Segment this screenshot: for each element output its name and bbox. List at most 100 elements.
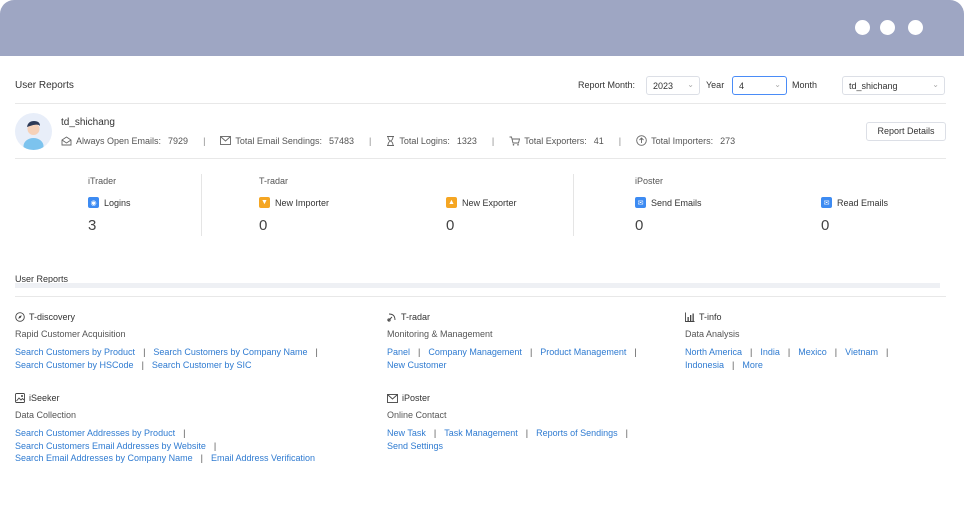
stat-label: Total Logins: [399, 135, 450, 146]
stat-label: Always Open Emails: [76, 135, 162, 146]
link-task-management[interactable]: Task Management [444, 428, 518, 438]
year-select[interactable]: 2023 ⌄ [646, 76, 700, 95]
stat-separator: | [618, 135, 622, 146]
year-label: Year [706, 80, 725, 90]
module-subtitle: Rapid Customer Acquisition [15, 329, 126, 339]
module-title-iposter: iPoster [387, 393, 430, 403]
importer-icon: ▼ [259, 197, 270, 208]
app-window: User Reports Report Month: 2023 ⌄ Year 4… [0, 0, 964, 508]
login-icon: ◉ [88, 197, 99, 208]
metric-divider [201, 174, 202, 236]
stat-value: 57483 [328, 135, 354, 146]
user-name: td_shichang [61, 117, 115, 128]
horizontal-scrollbar[interactable] [15, 283, 940, 288]
window-dot-2[interactable] [880, 20, 895, 35]
link-search-customer-addresses-by-product[interactable]: Search Customer Addresses by Product [15, 428, 175, 438]
link-indonesia[interactable]: Indonesia [685, 360, 724, 370]
image-search-icon [15, 393, 25, 403]
module-title-text: iSeeker [29, 393, 60, 403]
group-label-itrader: iTrader [88, 176, 117, 186]
group-label-tradar: T-radar [259, 176, 289, 186]
link-search-customer-by-sic[interactable]: Search Customer by SIC [152, 360, 252, 370]
exporter-icon: ▲ [446, 197, 457, 208]
stat-separator: | [368, 135, 372, 146]
stat-separator: | [491, 135, 495, 146]
cart-icon [509, 136, 521, 146]
module-title-tinfo: T-info [685, 312, 722, 322]
stat-always-open-emails: Always Open Emails: 7929 [61, 136, 188, 146]
window-dot-3[interactable] [908, 20, 923, 35]
module-title-text: T-info [699, 312, 722, 322]
report-details-button[interactable]: Report Details [866, 122, 946, 141]
metric-value-new-exporter: 0 [446, 217, 455, 234]
group-label-iposter: iPoster [635, 176, 664, 186]
metric-divider [573, 174, 574, 236]
metric-label: New Exporter [462, 197, 517, 208]
metric-label: Read Emails [837, 197, 889, 208]
window-titlebar [0, 0, 964, 56]
link-send-settings[interactable]: Send Settings [387, 441, 443, 451]
link-reports-of-sendings[interactable]: Reports of Sendings [536, 428, 618, 438]
metric-send-emails: ✉ Send Emails [635, 197, 702, 208]
module-links-tinfo: North America | India | Mexico | Vietnam | Indo… [685, 347, 889, 370]
window-dot-1[interactable] [855, 20, 870, 35]
stat-label: Total Email Sendings: [235, 135, 322, 146]
link-vietnam[interactable]: Vietnam [845, 347, 878, 357]
link-new-task[interactable]: New Task [387, 428, 426, 438]
user-divider [15, 158, 946, 159]
module-links-tradar: Panel | Company Management | Product Managem… [387, 347, 637, 370]
metric-new-importer: ▼ New Importer [259, 197, 329, 208]
link-search-customers-by-product[interactable]: Search Customers by Product [15, 347, 135, 357]
module-title-text: iPoster [402, 393, 431, 403]
month-label: Month [792, 80, 818, 90]
module-links-tdiscovery: Search Customers by Product | Search Custo… [15, 347, 318, 370]
stat-label: Total Exporters: [524, 135, 587, 146]
link-mexico[interactable]: Mexico [798, 347, 827, 357]
metric-new-exporter: ▲ New Exporter [446, 197, 517, 208]
link-search-customer-by-hscode[interactable]: Search Customer by HSCode [15, 360, 134, 370]
metric-logins: ◉ Logins [88, 197, 131, 208]
link-company-management[interactable]: Company Management [428, 347, 522, 357]
link-search-customers-email-by-website[interactable]: Search Customers Email Addresses by Webs… [15, 441, 206, 451]
compass-icon [15, 312, 25, 322]
link-more[interactable]: More [742, 360, 763, 370]
module-subtitle: Online Contact [387, 410, 447, 420]
module-title-iseeker: iSeeker [15, 393, 60, 403]
link-search-customers-by-company-name[interactable]: Search Customers by Company Name [153, 347, 307, 357]
chevron-down-icon: ⌄ [932, 80, 939, 89]
module-subtitle: Data Analysis [685, 329, 740, 339]
link-product-management[interactable]: Product Management [540, 347, 626, 357]
stat-total-logins: Total Logins: 1323 [386, 136, 477, 146]
chevron-down-icon: ⌄ [774, 80, 781, 89]
section-title: User Reports [15, 274, 69, 283]
module-links-iposter: New Task | Task Management | Reports of Send… [387, 428, 628, 451]
metric-value-logins: 3 [88, 217, 97, 234]
module-title-tdiscovery: T-discovery [15, 312, 75, 322]
user-select-value: td_shichang [849, 81, 898, 91]
chevron-down-icon: ⌄ [687, 80, 694, 89]
month-select-value: 4 [739, 81, 745, 91]
link-panel[interactable]: Panel [387, 347, 410, 357]
link-north-america[interactable]: North America [685, 347, 742, 357]
user-select[interactable]: td_shichang ⌄ [842, 76, 945, 95]
upload-circle-icon [636, 135, 647, 146]
stat-value: 273 [720, 135, 736, 146]
module-title-tradar: T-radar [387, 312, 430, 322]
bar-chart-icon [685, 312, 695, 322]
module-title-text: T-radar [401, 312, 431, 322]
stat-value: 7929 [168, 135, 189, 146]
envelope-open-icon [61, 135, 72, 145]
page-title: User Reports [15, 80, 74, 91]
link-search-email-by-company-name[interactable]: Search Email Addresses by Company Name [15, 453, 193, 463]
section-divider [15, 296, 946, 297]
link-email-address-verification[interactable]: Email Address Verification [211, 453, 315, 463]
module-subtitle: Monitoring & Management [387, 329, 493, 339]
stat-total-email-sendings: Total Email Sendings: 57483 [220, 136, 354, 146]
link-new-customer[interactable]: New Customer [387, 360, 447, 370]
metric-value-read-emails: 0 [821, 217, 830, 234]
module-subtitle: Data Collection [15, 410, 77, 420]
metric-label: Send Emails [651, 197, 702, 208]
link-india[interactable]: India [760, 347, 780, 357]
read-email-icon: ✉ [821, 197, 832, 208]
month-select[interactable]: 4 ⌄ [732, 76, 787, 95]
